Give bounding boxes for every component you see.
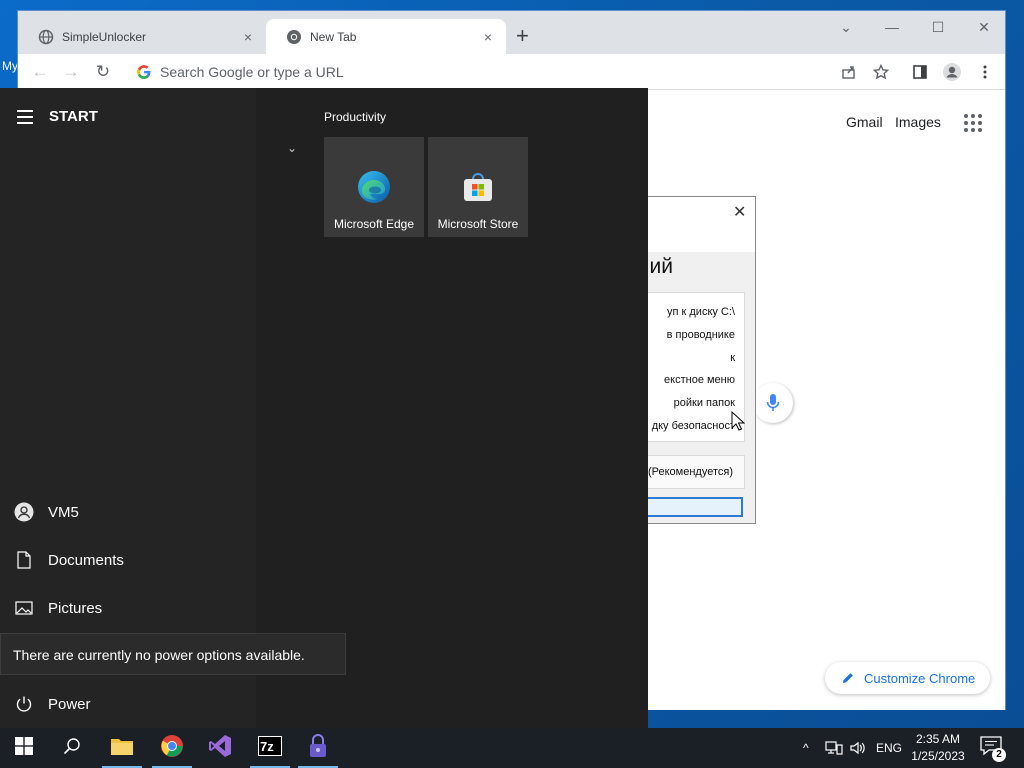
tile-group-label: Productivity [324,110,387,124]
clock-time: 2:35 AM [915,732,961,746]
taskbar-simpleunlocker[interactable] [294,728,342,768]
store-icon [460,169,496,205]
images-link[interactable]: Images [895,114,941,130]
clock-date: 1/25/2023 [911,749,965,763]
browser-toolbar: ← → ↻ [18,54,1005,90]
bookmark-star-icon[interactable] [869,60,893,84]
sidebar-item-label: VM5 [48,503,79,521]
dialog-option[interactable]: уп к диску C:\ [667,306,735,318]
sidebar-item-pictures[interactable]: Pictures [0,586,256,630]
sidebar-item-label: Documents [48,551,124,569]
tab-new-tab[interactable]: New Tab × [266,19,506,54]
more-menu-icon[interactable] [973,60,997,84]
visual-studio-icon [208,734,232,763]
customize-chrome-button[interactable]: Customize Chrome [825,662,990,694]
forward-button[interactable]: → [59,60,83,84]
desktop-icon-label[interactable]: My [2,59,18,73]
sidebar-item-label: Power [48,695,91,713]
action-center-button[interactable]: 2 [980,736,1006,762]
sidebar-item-power[interactable]: Power [0,682,256,726]
dialog-option[interactable]: к [730,352,735,364]
taskbar-file-explorer[interactable] [98,728,146,768]
start-menu: START VM5 Documents Pictures Power Produ… [0,88,648,728]
share-icon[interactable] [837,60,861,84]
tray-chevron-icon[interactable]: ^ [803,728,809,768]
tab-strip: SimpleUnlocker × New Tab × + ⌄ — ☐ ✕ [18,11,1005,54]
simpleunlocker-icon [308,733,328,763]
taskbar-visual-studio[interactable] [196,728,244,768]
voice-search-icon[interactable] [753,383,793,423]
reload-button[interactable]: ↻ [91,60,115,84]
file-explorer-icon [110,736,134,761]
globe-icon [38,29,54,45]
user-avatar-icon [0,502,48,522]
search-icon [63,737,81,760]
dialog-option[interactable]: в проводнике [667,329,735,341]
start-title: START [49,108,98,125]
google-g-icon [136,64,152,80]
dialog-option[interactable]: дку безопасност [652,420,735,432]
dialog-recommended-label: (Рекомендуется) [647,466,733,478]
dialog-close-icon[interactable]: ✕ [733,202,746,222]
dialog-option[interactable]: ройки папок [674,397,735,409]
7zip-icon: 7z [258,735,282,761]
tab-close-icon[interactable]: × [240,29,256,45]
new-tab-button[interactable]: + [516,25,529,47]
customize-chrome-label: Customize Chrome [864,670,976,686]
chrome-icon [160,734,184,763]
pencil-icon [841,671,855,685]
sidebar-item-documents[interactable]: Documents [0,538,256,582]
tab-simpleunlocker[interactable]: SimpleUnlocker × [18,19,266,54]
tab-search-icon[interactable]: ⌄ [823,19,869,36]
back-button[interactable]: ← [28,60,52,84]
tab-close-icon[interactable]: × [480,29,496,45]
pictures-icon [0,600,48,616]
gmail-link[interactable]: Gmail [846,114,883,130]
power-tooltip: There are currently no power options ava… [0,633,346,675]
windows-logo-icon [15,736,33,760]
notification-count-badge: 2 [992,748,1006,762]
side-panel-icon[interactable] [908,60,932,84]
google-apps-icon[interactable] [964,114,982,132]
start-menu-sidebar: START VM5 Documents Pictures Power [0,88,256,728]
tile-label: Microsoft Edge [333,217,415,231]
edge-icon [356,169,392,205]
sidebar-item-label: Pictures [48,599,103,617]
network-icon[interactable] [825,728,843,768]
tile-microsoft-edge[interactable]: Microsoft Edge [324,137,424,237]
collapse-chevron-icon[interactable]: ⌄ [287,141,297,155]
volume-icon[interactable] [849,728,867,768]
taskbar-chrome[interactable] [148,728,196,768]
taskbar-search-button[interactable] [48,728,96,768]
close-button[interactable]: ✕ [961,19,1007,36]
omnibox[interactable] [126,57,890,87]
taskbar-7zip[interactable]: 7z [246,728,294,768]
taskbar: 7z ^ ENG 2:35 AM 1/25/2023 2 [0,728,1024,768]
svg-text:7z: 7z [260,739,274,754]
tile-label: Microsoft Store [437,217,519,231]
maximize-button[interactable]: ☐ [915,19,961,36]
document-icon [0,551,48,569]
omnibox-input[interactable] [160,64,660,80]
tab-label: New Tab [310,29,357,44]
tab-label: SimpleUnlocker [62,29,147,44]
language-indicator[interactable]: ENG [876,728,902,768]
start-button[interactable] [0,728,48,768]
tile-microsoft-store[interactable]: Microsoft Store [428,137,528,237]
power-icon [0,695,48,713]
mouse-cursor-icon [731,411,745,431]
sidebar-item-user[interactable]: VM5 [0,490,256,534]
hamburger-menu-icon[interactable] [17,110,33,124]
dialog-option[interactable]: екстное меню [664,374,735,386]
minimize-button[interactable]: — [869,19,915,35]
chrome-icon [286,29,302,45]
profile-avatar-icon[interactable] [940,60,964,84]
clock[interactable]: 2:35 AM 1/25/2023 [902,731,974,765]
